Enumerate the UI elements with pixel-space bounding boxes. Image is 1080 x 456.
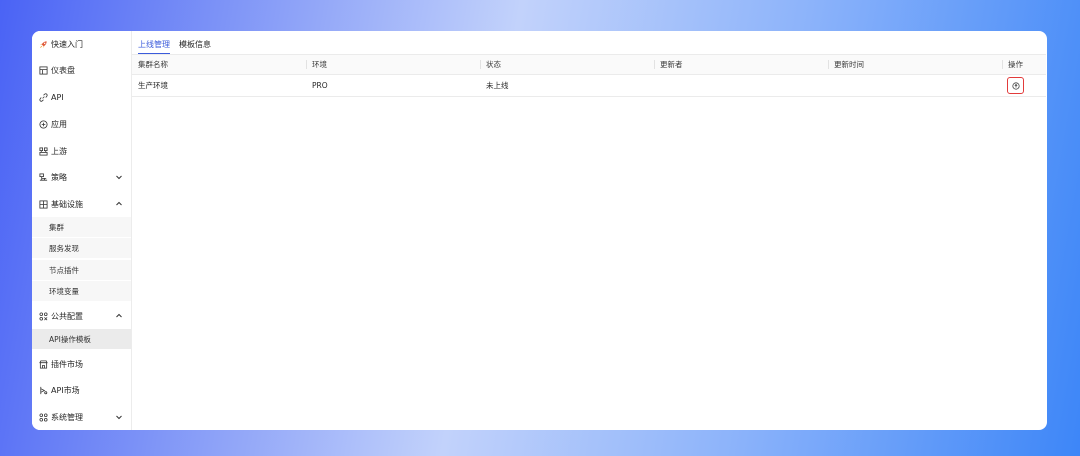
sidebar-item-api[interactable]: API: [32, 84, 131, 110]
rocket-icon: [38, 39, 48, 49]
system-icon: [38, 412, 48, 422]
sidebar-subitem-label: 节点插件: [49, 265, 79, 275]
upstream-icon: [38, 146, 48, 156]
sidebar-item-upstream[interactable]: 上游: [32, 138, 131, 164]
sidebar-item-policy[interactable]: 策略: [32, 164, 131, 190]
table-row: 生产环境 PRO 未上线: [132, 75, 1046, 97]
cell-updated-at: [828, 75, 1002, 96]
sidebar-item-plugin-market[interactable]: 插件市场: [32, 351, 131, 377]
sidebar-subitem-label: API操作模板: [49, 334, 91, 344]
sidebar-subitem-api-template[interactable]: API操作模板: [32, 329, 131, 349]
chevron-down-icon: [116, 175, 122, 180]
cluster-table: 集群名称 环境 状态 更新者 更新时间 操作 生产环境 PRO 未上线: [132, 54, 1046, 97]
dashboard-icon: [38, 65, 48, 75]
column-header-updated-at: 更新时间: [828, 55, 1002, 74]
cell-cluster-name: 生产环境: [138, 81, 168, 90]
sidebar-subitem-label: 服务发现: [49, 243, 79, 253]
sidebar-item-label: 系统管理: [51, 412, 83, 422]
sidebar-item-infrastructure[interactable]: 基础设施: [32, 191, 131, 217]
chevron-up-icon: [116, 201, 122, 206]
app-window: 快速入门 仪表盘 API 应用 上游 策略 基础设施 集群 服务发现 节点插件 …: [32, 31, 1047, 430]
app-icon: [38, 119, 48, 129]
sidebar-item-apps[interactable]: 应用: [32, 111, 131, 137]
sidebar-item-label: 上游: [51, 146, 67, 156]
tab-deployment[interactable]: 上线管理: [138, 37, 170, 54]
sidebar-item-dashboard[interactable]: 仪表盘: [32, 57, 131, 83]
sidebar-item-label: API: [51, 92, 64, 102]
sidebar-subitem-label: 环境变量: [49, 286, 79, 296]
cell-env: PRO: [312, 81, 328, 90]
tab-bar: 上线管理 模板信息: [138, 37, 220, 54]
sidebar-item-label: 插件市场: [51, 359, 83, 369]
config-icon: [38, 311, 48, 321]
sidebar-subitem-cluster[interactable]: 集群: [32, 217, 131, 237]
chevron-up-icon: [116, 313, 122, 318]
sidebar-item-label: 仪表盘: [51, 65, 75, 75]
sidebar-item-quickstart[interactable]: 快速入门: [32, 31, 131, 57]
table-header: 集群名称 环境 状态 更新者 更新时间 操作: [132, 54, 1046, 75]
sidebar-subitem-node-plugins[interactable]: 节点插件: [32, 260, 131, 280]
infrastructure-icon: [38, 199, 48, 209]
chevron-down-icon: [116, 415, 122, 420]
publish-button[interactable]: [1007, 77, 1024, 94]
sidebar-subitem-label: 集群: [49, 222, 64, 232]
sidebar-subitem-env-vars[interactable]: 环境变量: [32, 281, 131, 301]
sidebar-item-label: 应用: [51, 119, 67, 129]
column-header-env: 环境: [306, 55, 480, 74]
cell-status: 未上线: [486, 81, 509, 90]
sidebar-item-label: 策略: [51, 172, 67, 182]
main-content: 上线管理 模板信息 集群名称 环境 状态 更新者 更新时间 操作 生产环境 PR…: [132, 31, 1047, 430]
policy-icon: [38, 172, 48, 182]
sidebar-item-label: 公共配置: [51, 311, 83, 321]
column-header-status: 状态: [480, 55, 654, 74]
column-header-actions: 操作: [1002, 55, 1046, 74]
sidebar-item-label: 快速入门: [51, 39, 83, 49]
cell-updater: [654, 75, 828, 96]
tab-template-info[interactable]: 模板信息: [179, 37, 211, 53]
sidebar-item-system[interactable]: 系统管理: [32, 404, 131, 430]
column-header-cluster-name: 集群名称: [138, 60, 168, 69]
cell-actions: [1002, 75, 1046, 96]
api-market-icon: [38, 385, 48, 395]
sidebar-item-label: API市场: [51, 385, 80, 395]
sidebar: 快速入门 仪表盘 API 应用 上游 策略 基础设施 集群 服务发现 节点插件 …: [32, 31, 132, 430]
sidebar-item-public-config[interactable]: 公共配置: [32, 303, 131, 329]
sidebar-item-api-market[interactable]: API市场: [32, 377, 131, 403]
sidebar-subitem-service-discovery[interactable]: 服务发现: [32, 238, 131, 258]
link-icon: [38, 92, 48, 102]
sidebar-item-label: 基础设施: [51, 199, 83, 209]
store-icon: [38, 359, 48, 369]
publish-icon: [1011, 81, 1020, 90]
column-header-updater: 更新者: [654, 55, 828, 74]
